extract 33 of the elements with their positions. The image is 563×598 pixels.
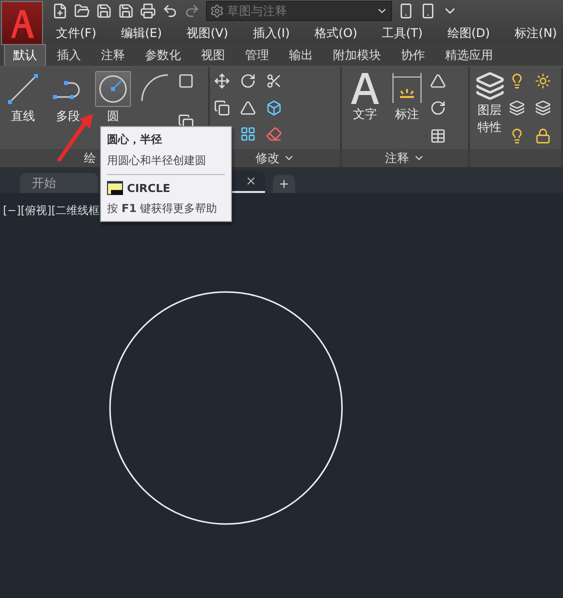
command-name: CIRCLE — [127, 182, 170, 194]
tool-label: 标注 — [395, 106, 420, 123]
viewport-label[interactable]: [−][俯视][二维线框 — [3, 203, 100, 218]
tool-label: 图层特性 — [478, 102, 502, 136]
panel-title: 绘 — [84, 150, 96, 166]
menu-item[interactable]: 编辑(E) — [120, 24, 162, 42]
ribbon-tab[interactable]: 插入 — [48, 44, 90, 66]
ribbon-tab[interactable]: 注释 — [92, 44, 134, 66]
tooltip-title: 圆心，半径 — [107, 132, 163, 147]
ribbon-tab[interactable]: 精选应用 — [436, 44, 502, 66]
tool-label: 圆 — [107, 108, 119, 125]
ribbon-tab[interactable]: 视图 — [192, 44, 234, 66]
ribbon-tab[interactable]: 默认 — [4, 44, 46, 66]
menu-item[interactable]: 文件(F) — [56, 24, 96, 42]
tooltip-description: 用圆心和半径创建圆 — [107, 153, 207, 168]
ribbon-tab[interactable]: 参数化 — [136, 44, 190, 66]
ribbon-tab[interactable]: 输出 — [280, 44, 322, 66]
panel-title: 修改 — [255, 150, 280, 166]
ribbon-tab[interactable]: 附加模块 — [324, 44, 390, 66]
tooltip-help: 按 F1 键获得更多帮助 — [107, 201, 218, 216]
menu-item[interactable]: 格式(O) — [314, 24, 358, 42]
menu-item[interactable]: 工具(T) — [382, 24, 423, 42]
menu-item[interactable]: 插入(I) — [252, 24, 290, 42]
tool-label: 文字 — [353, 106, 378, 123]
panel-title: 注释 — [385, 150, 410, 166]
tool-label: 多段 — [56, 108, 80, 125]
ribbon-tab[interactable]: 协作 — [392, 44, 434, 66]
ribbon-tab[interactable]: 管理 — [236, 44, 278, 66]
menu-item[interactable]: 视图(V) — [186, 24, 228, 42]
document-tab[interactable]: 开始 — [20, 173, 98, 193]
menu-item[interactable]: 标注(N) — [514, 24, 557, 42]
tool-label: 直线 — [11, 108, 35, 125]
menu-item[interactable]: 绘图(D) — [447, 24, 490, 42]
